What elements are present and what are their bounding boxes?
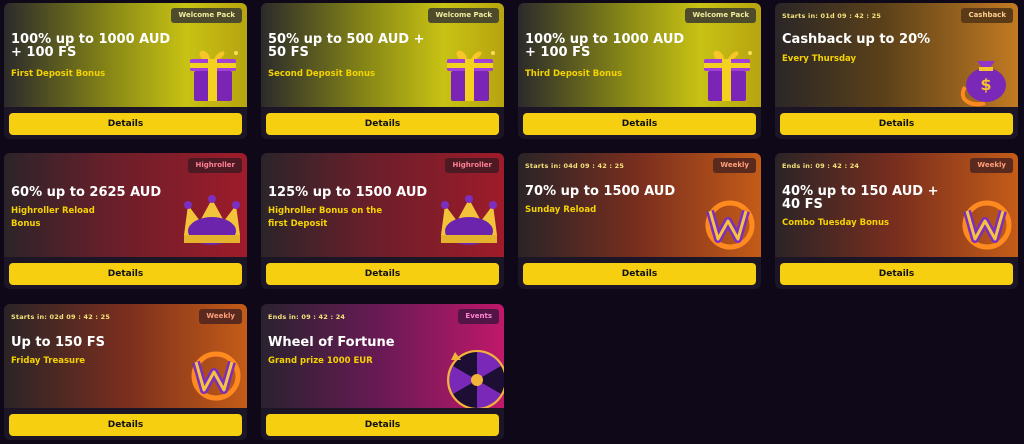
badge: Welcome Pack: [428, 8, 499, 23]
gift-box-icon: [704, 50, 752, 101]
promotions-grid: Welcome Pack 100% up to 1000 AUD + 100 F…: [0, 0, 1024, 444]
badge: Highroller: [188, 158, 242, 173]
badge: Highroller: [445, 158, 499, 173]
crown-icon: [441, 195, 497, 245]
promo-title: 70% up to 1500 AUD: [525, 184, 676, 199]
promo-subtitle: Third Deposit Bonus: [525, 69, 623, 79]
countdown-timer: Starts in: 04d 09 : 42 : 25: [525, 162, 625, 170]
promo-subtitle: Highroller Reload Bonus: [11, 206, 95, 229]
details-button[interactable]: Details: [780, 113, 1013, 135]
gift-box-icon: [447, 50, 495, 101]
promo-card[interactable]: Highroller 60% up to 2625 AUD Highroller…: [4, 153, 247, 289]
promo-subtitle: Every Thursday: [782, 54, 857, 64]
countdown-timer: Ends in: 09 : 42 : 24: [268, 313, 346, 321]
details-button[interactable]: Details: [523, 113, 756, 135]
badge: Weekly: [970, 158, 1013, 173]
promo-card[interactable]: Starts in: 04d 09 : 42 : 25 Weekly 70% u…: [518, 153, 761, 289]
promo-subtitle: Highroller Bonus on the first Deposit: [268, 206, 383, 229]
w-logo-icon: [962, 200, 1012, 250]
promo-subtitle: Friday Treasure: [11, 356, 86, 366]
countdown-timer: Starts in: 02d 09 : 42 : 25: [11, 313, 111, 321]
details-button[interactable]: Details: [9, 414, 242, 436]
details-button[interactable]: Details: [266, 113, 499, 135]
badge: Cashback: [961, 8, 1013, 23]
promo-subtitle: Grand prize 1000 EUR: [268, 356, 373, 366]
gift-box-icon: [190, 50, 238, 101]
countdown-timer: Ends in: 09 : 42 : 24: [782, 162, 860, 170]
svg-text:$: $: [980, 75, 991, 94]
badge: Welcome Pack: [171, 8, 242, 23]
promo-subtitle: Second Deposit Bonus: [268, 69, 376, 79]
money-bag-icon: $: [961, 61, 1006, 107]
details-button[interactable]: Details: [266, 263, 499, 285]
promo-title: Wheel of Fortune: [268, 335, 395, 350]
badge: Welcome Pack: [685, 8, 756, 23]
promo-title: 50% up to 500 AUD + 50 FS: [268, 32, 425, 60]
promo-card[interactable]: Highroller 125% up to 1500 AUD Highrolle…: [261, 153, 504, 289]
details-button[interactable]: Details: [523, 263, 756, 285]
promo-subtitle: First Deposit Bonus: [11, 69, 106, 79]
promo-card[interactable]: Ends in: 09 : 42 : 24 Events Wheel of Fo…: [261, 304, 504, 440]
promo-card[interactable]: Welcome Pack 100% up to 1000 AUD + 100 F…: [4, 3, 247, 139]
promo-title: Cashback up to 20%: [782, 32, 931, 47]
promo-card[interactable]: Welcome Pack 100% up to 1000 AUD + 100 F…: [518, 3, 761, 139]
promo-card[interactable]: $ Starts in: 01d 09 : 42 : 25 Cashback C…: [775, 3, 1018, 139]
promo-card[interactable]: Welcome Pack 50% up to 500 AUD + 50 FS S…: [261, 3, 504, 139]
promo-title: 60% up to 2625 AUD: [11, 185, 162, 200]
details-button[interactable]: Details: [9, 113, 242, 135]
countdown-timer: Starts in: 01d 09 : 42 : 25: [782, 12, 882, 20]
badge: Events: [458, 309, 499, 324]
details-button[interactable]: Details: [780, 263, 1013, 285]
badge: Weekly: [713, 158, 756, 173]
w-logo-icon: [191, 351, 241, 401]
promo-subtitle: Combo Tuesday Bonus: [782, 218, 890, 228]
badge: Weekly: [199, 309, 242, 324]
promo-card[interactable]: Ends in: 09 : 42 : 24 Weekly 40% up to 1…: [775, 153, 1018, 289]
promo-title: 100% up to 1000 AUD + 100 FS: [11, 32, 171, 60]
promo-subtitle: Sunday Reload: [525, 205, 597, 215]
promo-title: 100% up to 1000 AUD + 100 FS: [525, 32, 685, 60]
promo-title: 125% up to 1500 AUD: [268, 185, 428, 200]
crown-icon: [184, 195, 240, 245]
fortune-wheel-icon: [447, 350, 504, 408]
details-button[interactable]: Details: [9, 263, 242, 285]
details-button[interactable]: Details: [266, 414, 499, 436]
w-logo-icon: [705, 200, 755, 250]
promo-title: 40% up to 150 AUD + 40 FS: [782, 184, 939, 212]
promo-title: Up to 150 FS: [11, 335, 105, 350]
promo-card[interactable]: Starts in: 02d 09 : 42 : 25 Weekly Up to…: [4, 304, 247, 440]
